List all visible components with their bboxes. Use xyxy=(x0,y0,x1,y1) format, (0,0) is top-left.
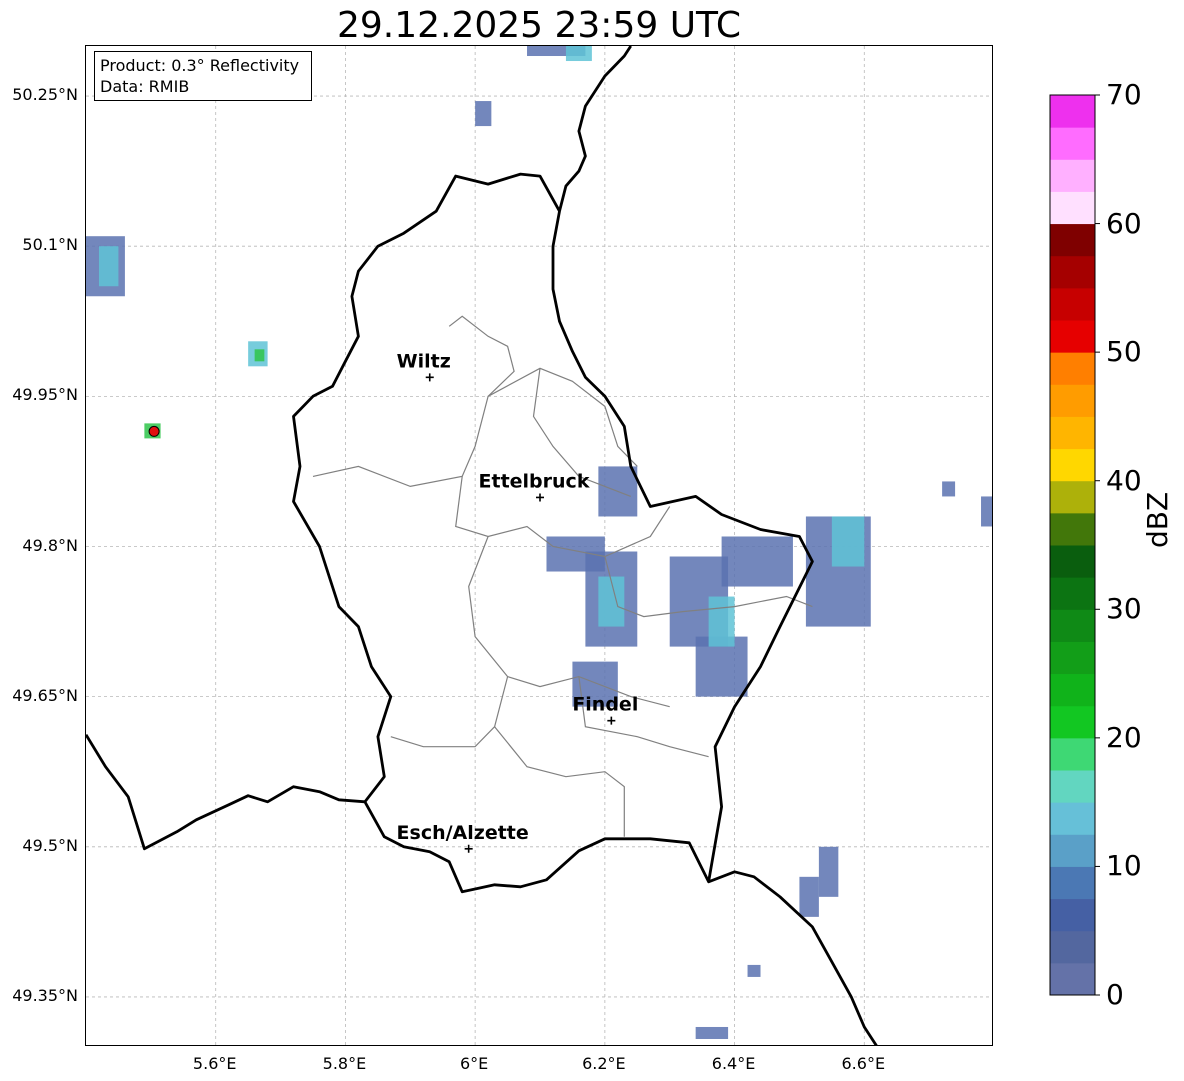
colorbar-tick-label: 60 xyxy=(1106,206,1142,240)
radar-echo xyxy=(747,964,761,977)
colorbar-segment xyxy=(1050,609,1095,642)
colorbar-tick-label: 0 xyxy=(1106,978,1124,1011)
colorbar-segment xyxy=(1050,287,1095,321)
colorbar-segment xyxy=(1050,866,1095,900)
product-label: Product: 0.3° Reflectivity xyxy=(100,56,300,75)
colorbar-segment xyxy=(1050,962,1095,996)
colorbar-segment xyxy=(1050,159,1095,192)
colorbar-segment xyxy=(1050,545,1095,578)
country-border xyxy=(551,46,814,883)
colorbar-segment xyxy=(1050,898,1095,932)
city-label: Esch/Alzette xyxy=(397,822,529,844)
lat-tick-label: 50.25°N xyxy=(12,85,78,105)
radar-echo xyxy=(721,536,793,587)
canton-border xyxy=(390,676,509,748)
colorbar-segment xyxy=(1050,352,1095,385)
colorbar-segment xyxy=(1050,930,1095,964)
lon-tick-label: 6.4°E xyxy=(711,1054,756,1073)
country-border xyxy=(86,733,878,1045)
city-marker xyxy=(425,373,434,382)
radar-echo xyxy=(942,481,956,497)
radar-echo xyxy=(831,516,865,567)
colorbar-label: dBZ xyxy=(1141,491,1174,548)
colorbar-segment xyxy=(1050,577,1095,610)
radar-echo xyxy=(799,876,819,917)
colorbar-segment xyxy=(1050,802,1095,835)
colorbar-segment xyxy=(1050,223,1095,257)
city-label: Wiltz xyxy=(397,350,451,372)
colorbar-tick-label: 40 xyxy=(1106,463,1142,497)
colorbar-tick-label: 30 xyxy=(1106,592,1142,626)
radar-echo xyxy=(98,246,119,287)
colorbar xyxy=(1049,94,1100,996)
lon-tick-label: 6°E xyxy=(459,1054,489,1073)
colorbar-tick-label: 70 xyxy=(1106,78,1142,111)
lon-tick-label: 5.6°E xyxy=(192,1054,237,1073)
colorbar-segment xyxy=(1050,95,1095,128)
lat-tick-label: 49.35°N xyxy=(12,985,78,1005)
lat-tick-label: 49.5°N xyxy=(22,835,78,855)
colorbar-segment xyxy=(1050,705,1095,739)
canton-border xyxy=(312,315,515,488)
city-marker xyxy=(607,716,616,725)
colorbar-segment xyxy=(1050,255,1095,289)
colorbar-segment xyxy=(1050,834,1095,867)
map-title: 29.12.2025 23:59 UTC xyxy=(336,5,742,46)
map-canvas: Wiltz Ettelbruck Findel Esch/Alzette xyxy=(86,46,992,1045)
radar-site-marker xyxy=(148,425,160,437)
lat-tick-label: 49.65°N xyxy=(12,685,78,705)
radar-echo xyxy=(598,576,625,627)
colorbar-tick-label: 20 xyxy=(1106,720,1142,754)
colorbar-segment xyxy=(1050,641,1095,675)
radar-echo xyxy=(254,349,265,362)
lat-tick-label: 49.95°N xyxy=(12,385,78,405)
product-info-box: Product: 0.3° Reflectivity Data: RMIB xyxy=(94,51,312,101)
canton-border xyxy=(487,367,638,467)
city-label: Findel xyxy=(572,694,638,716)
colorbar-segment xyxy=(1050,127,1095,160)
radar-echo xyxy=(565,46,592,62)
radar-echo xyxy=(475,101,492,127)
colorbar-segment xyxy=(1050,384,1095,417)
radar-echo xyxy=(695,1026,729,1039)
radar-echo xyxy=(981,496,992,527)
colorbar-segment xyxy=(1050,416,1095,450)
lon-tick-label: 6.2°E xyxy=(582,1054,626,1073)
radar-echo xyxy=(818,846,839,897)
city-label: Ettelbruck xyxy=(479,470,590,492)
colorbar-segment xyxy=(1050,480,1095,514)
colorbar-segment xyxy=(1050,512,1095,546)
colorbar-segment xyxy=(1050,448,1095,482)
colorbar-segment xyxy=(1050,770,1095,803)
radar-map[interactable]: Wiltz Ettelbruck Findel Esch/Alzette xyxy=(85,45,993,1046)
colorbar-segment xyxy=(1050,320,1095,353)
radar-echo xyxy=(708,596,735,647)
lon-tick-label: 5.8°E xyxy=(322,1054,367,1073)
lon-tick-label: 6.6°E xyxy=(841,1054,886,1073)
colorbar-tick-label: 10 xyxy=(1106,849,1142,883)
colorbar-segment xyxy=(1050,191,1095,225)
city-marker xyxy=(536,493,544,502)
city-marker xyxy=(464,844,473,853)
lat-tick-label: 49.8°N xyxy=(22,535,78,555)
colorbar-segment xyxy=(1050,737,1095,771)
lat-tick-label: 50.1°N xyxy=(22,235,78,255)
colorbar-segment xyxy=(1050,673,1095,707)
data-source-label: Data: RMIB xyxy=(100,77,190,96)
colorbar-tick-label: 50 xyxy=(1106,335,1142,369)
